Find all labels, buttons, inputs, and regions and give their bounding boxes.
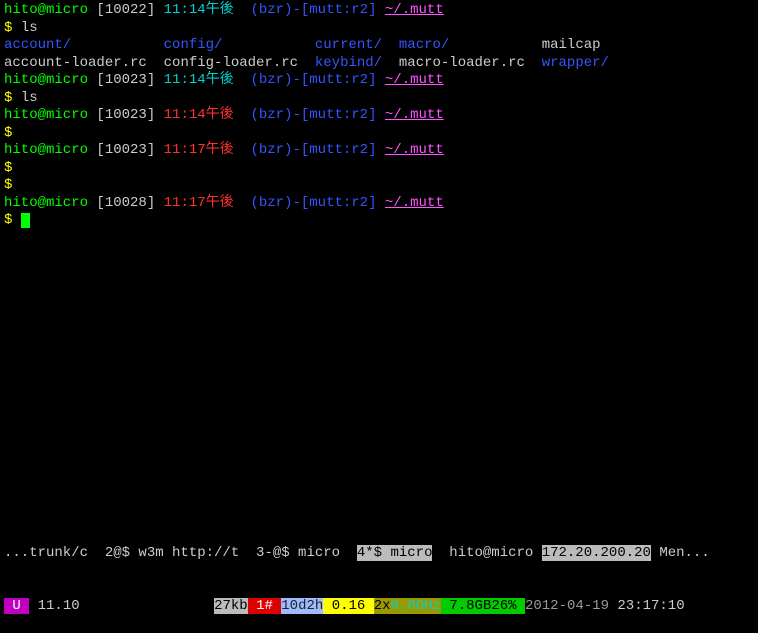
tmux-window-bar[interactable]: ...trunk/c 2@$ w3m http://t 3-@$ micro 4… xyxy=(0,545,758,563)
prompt-time: 11:14午後 xyxy=(164,107,234,123)
prompt-time: 11:17午後 xyxy=(164,142,234,158)
session-userhost: hito@micro xyxy=(432,545,541,561)
prompt-time: 11:14午後 xyxy=(164,2,234,18)
prompt-path: ~/.mutt xyxy=(385,2,444,18)
prompt-dollar: $ xyxy=(4,20,12,36)
shell-prompt: hito@micro [10023] 11:17午後 (bzr)-[mutt:r… xyxy=(4,142,444,158)
ip-address: 172.20.200.20 xyxy=(542,545,651,561)
prompt-userhost: hito@micro xyxy=(4,142,88,158)
prompt-vcs: (bzr)-[mutt:r2] xyxy=(250,142,376,158)
prompt-vcs: (bzr)-[mutt:r2] xyxy=(250,72,376,88)
terminal-output[interactable]: hito@micro [10022] 11:14午後 (bzr)-[mutt:r… xyxy=(0,0,758,232)
prompt-userhost: hito@micro xyxy=(4,72,88,88)
prompt-path: ~/.mutt xyxy=(385,72,444,88)
prompt-vcs: (bzr)-[mutt:r2] xyxy=(250,107,376,123)
shell-prompt: hito@micro [10022] 11:14午後 (bzr)-[mutt:r… xyxy=(4,2,444,18)
command-text: ls xyxy=(21,20,38,36)
prompt-vcs: (bzr)-[mutt:r2] xyxy=(250,2,376,18)
status-version: 11.10 xyxy=(29,598,79,614)
dir-entry: macro/ xyxy=(399,37,542,53)
active-window[interactable]: 4*$ micro xyxy=(357,545,433,561)
status-cpu-cores: 2x xyxy=(374,598,391,614)
shell-prompt: hito@micro [10028] 11:17午後 (bzr)-[mutt:r… xyxy=(4,195,444,211)
status-cpu-freq: 0.8GHz xyxy=(391,598,441,614)
status-mem: 7.8GB26% xyxy=(441,598,525,614)
prompt-dollar: $ xyxy=(4,125,12,141)
file-entry: macro-loader.rc xyxy=(399,55,542,71)
status-net: 27kb xyxy=(214,598,248,614)
prompt-path: ~/.mutt xyxy=(385,142,444,158)
status-info-bar: U 11.10 27kb 1# 10d2h 0.16 2x0.8GHz 7.8G… xyxy=(0,598,758,616)
shell-prompt: hito@micro [10023] 11:14午後 (bzr)-[mutt:r… xyxy=(4,107,444,123)
dir-entry: wrapper/ xyxy=(542,55,609,71)
shell-prompt: hito@micro [10023] 11:14午後 (bzr)-[mutt:r… xyxy=(4,72,444,88)
status-time: 23:17:10 xyxy=(617,598,684,614)
file-entry: account-loader.rc xyxy=(4,55,164,71)
status-load: 0.16 xyxy=(323,598,373,614)
status-uptime: 10d2h xyxy=(281,598,323,614)
dir-entry: account/ xyxy=(4,37,164,53)
status-alert: 1# xyxy=(248,598,282,614)
status-bar-container: ...trunk/c 2@$ w3m http://t 3-@$ micro 4… xyxy=(0,510,758,633)
prompt-time: 11:14午後 xyxy=(164,72,234,88)
prompt-dollar: $ xyxy=(4,90,12,106)
file-entry: config-loader.rc xyxy=(164,55,315,71)
window-list-right: Men... xyxy=(651,545,710,561)
status-date: 2012-04-19 xyxy=(525,598,617,614)
dir-entry: current/ xyxy=(315,37,399,53)
cursor-icon xyxy=(21,213,30,228)
status-u: U xyxy=(4,598,29,614)
prompt-dollar: $ xyxy=(4,160,12,176)
prompt-userhost: hito@micro xyxy=(4,2,88,18)
prompt-path: ~/.mutt xyxy=(385,107,444,123)
file-entry: mailcap xyxy=(542,37,601,53)
prompt-userhost: hito@micro xyxy=(4,107,88,123)
dir-entry: keybind/ xyxy=(315,55,399,71)
prompt-dollar: $ xyxy=(4,177,12,193)
command-text: ls xyxy=(21,90,38,106)
prompt-dollar: $ xyxy=(4,212,12,228)
window-list-left[interactable]: ...trunk/c 2@$ w3m http://t 3-@$ micro xyxy=(4,545,357,561)
dir-entry: config/ xyxy=(164,37,315,53)
